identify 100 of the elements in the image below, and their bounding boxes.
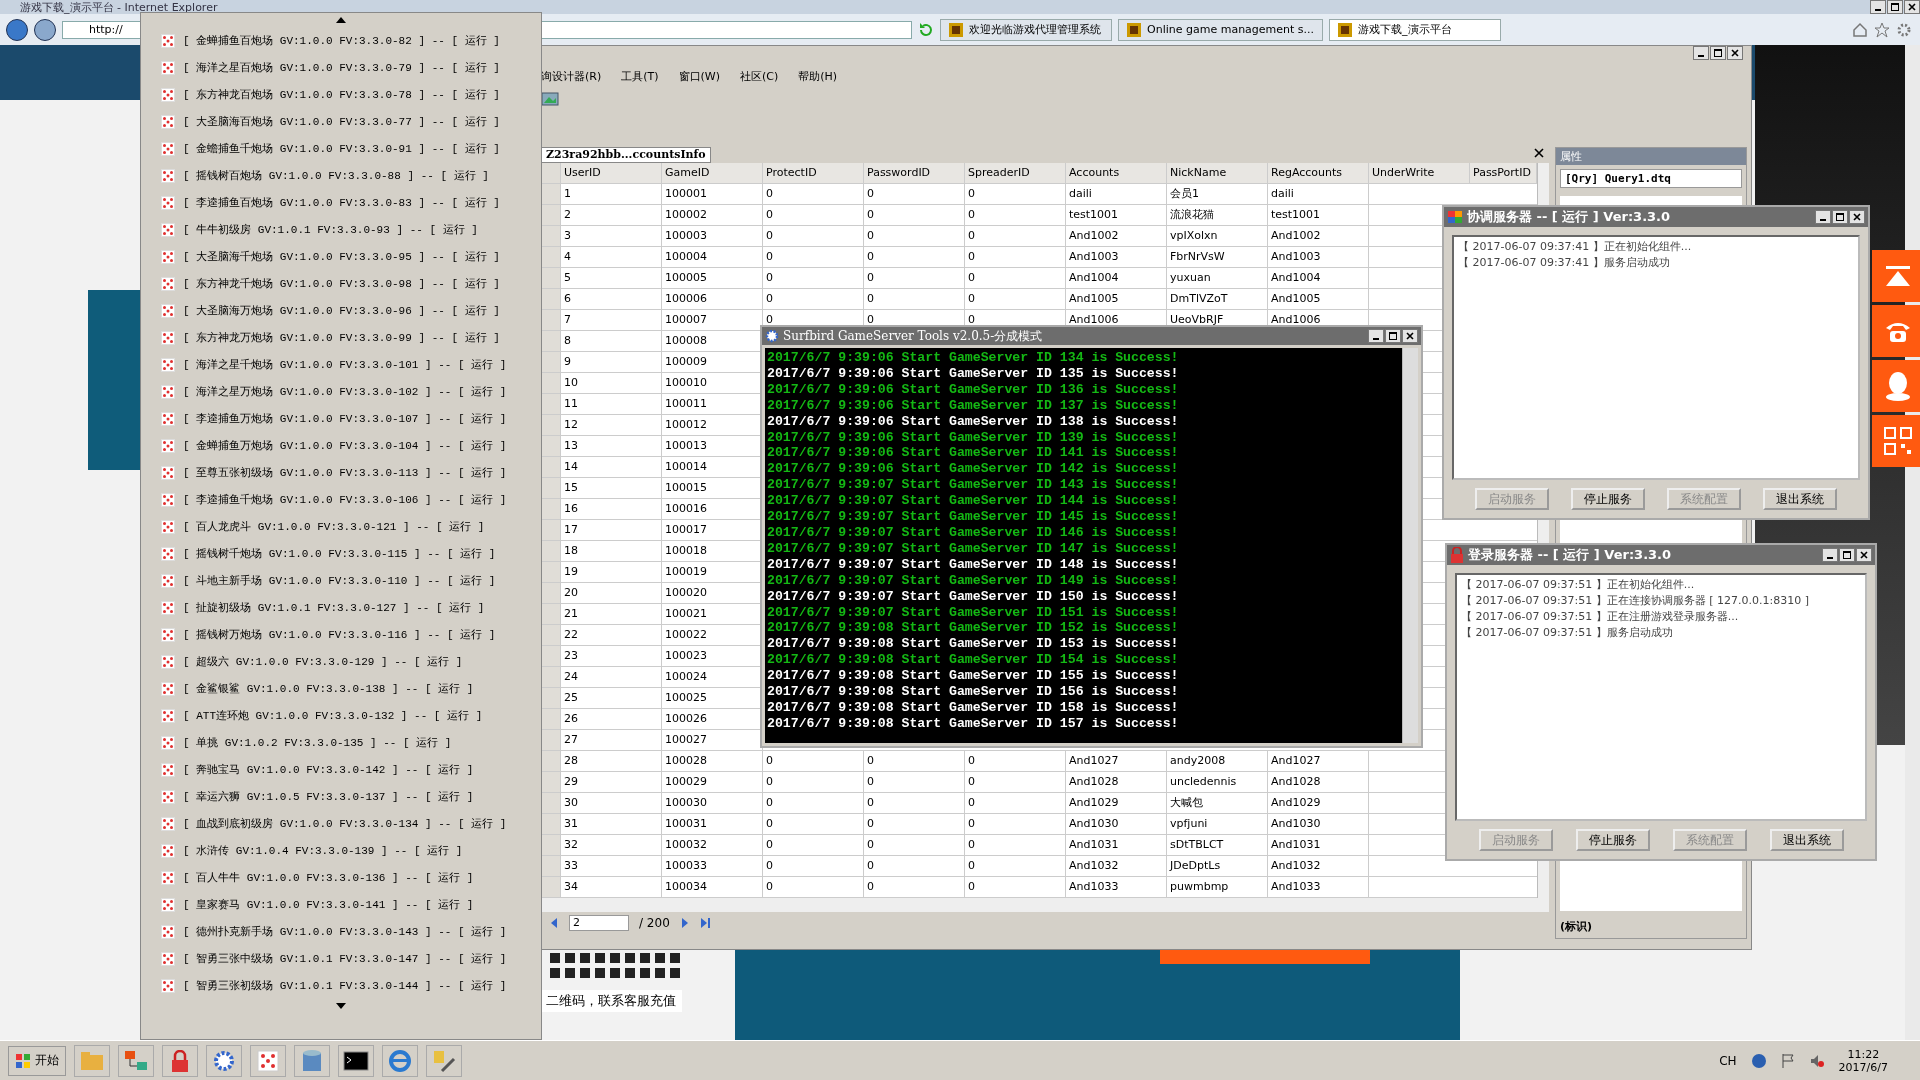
table-cell: And1030: [1066, 814, 1167, 835]
table-cell: 28: [561, 751, 662, 772]
log-line: 【 2017-06-07 09:37:41 】正在初始化组件...: [1458, 239, 1693, 255]
table-cell: 0: [965, 751, 1066, 772]
table-cell: And1031: [1066, 835, 1167, 856]
table-cell: 0: [864, 268, 965, 289]
table-cell: 0: [965, 772, 1066, 793]
console-line: 2017/6/7 9:39:07 Start GameServer ID 148 is Success!: [767, 556, 1180, 573]
table-cell: yuxuan: [1167, 268, 1268, 289]
table-cell: 21: [561, 604, 662, 625]
table-cell: 25: [561, 688, 662, 709]
table-cell: 100004: [662, 247, 763, 268]
table-cell: DmTlVZoT: [1167, 289, 1268, 310]
table-cell: uncledennis: [1167, 772, 1268, 793]
table-cell: 23: [561, 646, 662, 667]
table-cell: 0: [763, 226, 864, 247]
table-cell: 0: [763, 793, 864, 814]
table-cell: 30: [561, 793, 662, 814]
table-cell: 33: [561, 856, 662, 877]
table-cell: 0: [763, 751, 864, 772]
table-cell: 0: [864, 184, 965, 205]
console-line: 2017/6/7 9:39:08 Start GameServer ID 152 is Success!: [767, 620, 1180, 637]
console-line: 2017/6/7 9:39:07 Start GameServer ID 151 is Success!: [767, 604, 1180, 621]
table-cell: 0: [763, 835, 864, 856]
console-line: 2017/6/7 9:39:06 Start GameServer ID 135 is Success!: [767, 365, 1180, 382]
window-title: 游戏下载_演示平台 - Internet Explorer: [19, 0, 218, 15]
console-line: 2017/6/7 9:39:06 Start GameServer ID 137 is Success!: [767, 397, 1180, 414]
table-cell: 100005: [662, 268, 763, 289]
table-cell: And1028: [1066, 772, 1167, 793]
table-cell: 22: [561, 625, 662, 646]
page-total: / 200: [639, 916, 670, 930]
page-caption: 二维码，联系客服充值: [540, 990, 682, 1012]
table-cell: 0: [864, 814, 965, 835]
table-cell: 流浪花猫: [1167, 205, 1268, 226]
console-line: 2017/6/7 9:39:06 Start GameServer ID 138 is Success!: [767, 413, 1180, 430]
table-cell: 31: [561, 814, 662, 835]
table-cell: 1: [561, 184, 662, 205]
table-cell: 10: [561, 373, 662, 394]
table-cell: 5: [561, 268, 662, 289]
table-cell: vpfjuni: [1167, 814, 1268, 835]
table-cell: 0: [965, 289, 1066, 310]
table-cell: And1002: [1066, 226, 1167, 247]
table-cell: 0: [763, 184, 864, 205]
table-cell: 会员1: [1167, 184, 1268, 205]
table-cell: 0: [965, 835, 1066, 856]
panel-title: 属性: [1556, 148, 1746, 165]
table-cell: sDtTBLCT: [1167, 835, 1268, 856]
console-line: 2017/6/7 9:39:07 Start GameServer ID 146 is Success!: [767, 524, 1180, 541]
table-cell: And1005: [1268, 289, 1369, 310]
table-cell: 16: [561, 499, 662, 520]
table-cell: And1028: [1268, 772, 1369, 793]
table-cell: 0: [763, 289, 864, 310]
table-cell: 0: [763, 268, 864, 289]
console-line: 2017/6/7 9:39:08 Start GameServer ID 157 is Success!: [767, 715, 1180, 732]
console-line: 2017/6/7 9:39:06 Start GameServer ID 134 is Success!: [767, 350, 1180, 366]
table-cell: 0: [864, 247, 965, 268]
table-cell: 0: [864, 226, 965, 247]
table-cell: 0: [965, 205, 1066, 226]
table-cell: 13: [561, 436, 662, 457]
log-line: 【 2017-06-07 09:37:41 】服务启动成功: [1458, 255, 1671, 271]
table-cell: daili: [1066, 184, 1167, 205]
table-cell: 0: [864, 772, 965, 793]
table-cell: And1005: [1066, 289, 1167, 310]
console-line: 2017/6/7 9:39:08 Start GameServer ID 154 is Success!: [767, 652, 1180, 669]
table-cell: 6: [561, 289, 662, 310]
table-cell: 100001: [662, 184, 763, 205]
table-cell: FbrNrVsW: [1167, 247, 1268, 268]
table-cell: 0: [965, 184, 1066, 205]
log-line: 【 2017-06-07 09:37:51 】服务启动成功: [1461, 625, 1674, 641]
table-cell: And1027: [1268, 751, 1369, 772]
console-line: 2017/6/7 9:39:06 Start GameServer ID 136 is Success!: [767, 381, 1180, 398]
table-cell: 27: [561, 730, 662, 751]
console-line: 2017/6/7 9:39:07 Start GameServer ID 149 is Success!: [767, 572, 1180, 589]
table-cell: 9: [561, 352, 662, 373]
table-cell: 3: [561, 226, 662, 247]
table-cell: 0: [864, 289, 965, 310]
table-cell: 4: [561, 247, 662, 268]
table-cell: 100032: [662, 835, 763, 856]
table-cell: 100003: [662, 226, 763, 247]
table-cell: 100033: [662, 856, 763, 877]
window-title: 协调服务器 -- [ 运行 ] Ver:3.3.0: [1467, 208, 1672, 226]
table-cell: And1004: [1066, 268, 1167, 289]
table-cell: 0: [864, 835, 965, 856]
table-cell: andy2008: [1167, 751, 1268, 772]
table-cell: 0: [864, 856, 965, 877]
table-cell: 32: [561, 835, 662, 856]
console-line: 2017/6/7 9:39:06 Start GameServer ID 139 is Success!: [767, 429, 1180, 446]
table-cell: 100029: [662, 772, 763, 793]
table-cell: 26: [561, 709, 662, 730]
property-name: (标识): [1560, 919, 1594, 934]
table-cell: 19: [561, 562, 662, 583]
table-cell: And1032: [1268, 856, 1369, 877]
table-cell: 0: [965, 226, 1066, 247]
console-line: 2017/6/7 9:39:07 Start GameServer ID 143 is Success!: [767, 477, 1180, 494]
console-line: 2017/6/7 9:39:07 Start GameServer ID 147 is Success!: [767, 540, 1180, 557]
table-cell: 0: [965, 814, 1066, 835]
table-cell: And1031: [1268, 835, 1369, 856]
table-cell: And1003: [1268, 247, 1369, 268]
table-cell: 7: [561, 310, 662, 331]
table-cell: 0: [864, 751, 965, 772]
